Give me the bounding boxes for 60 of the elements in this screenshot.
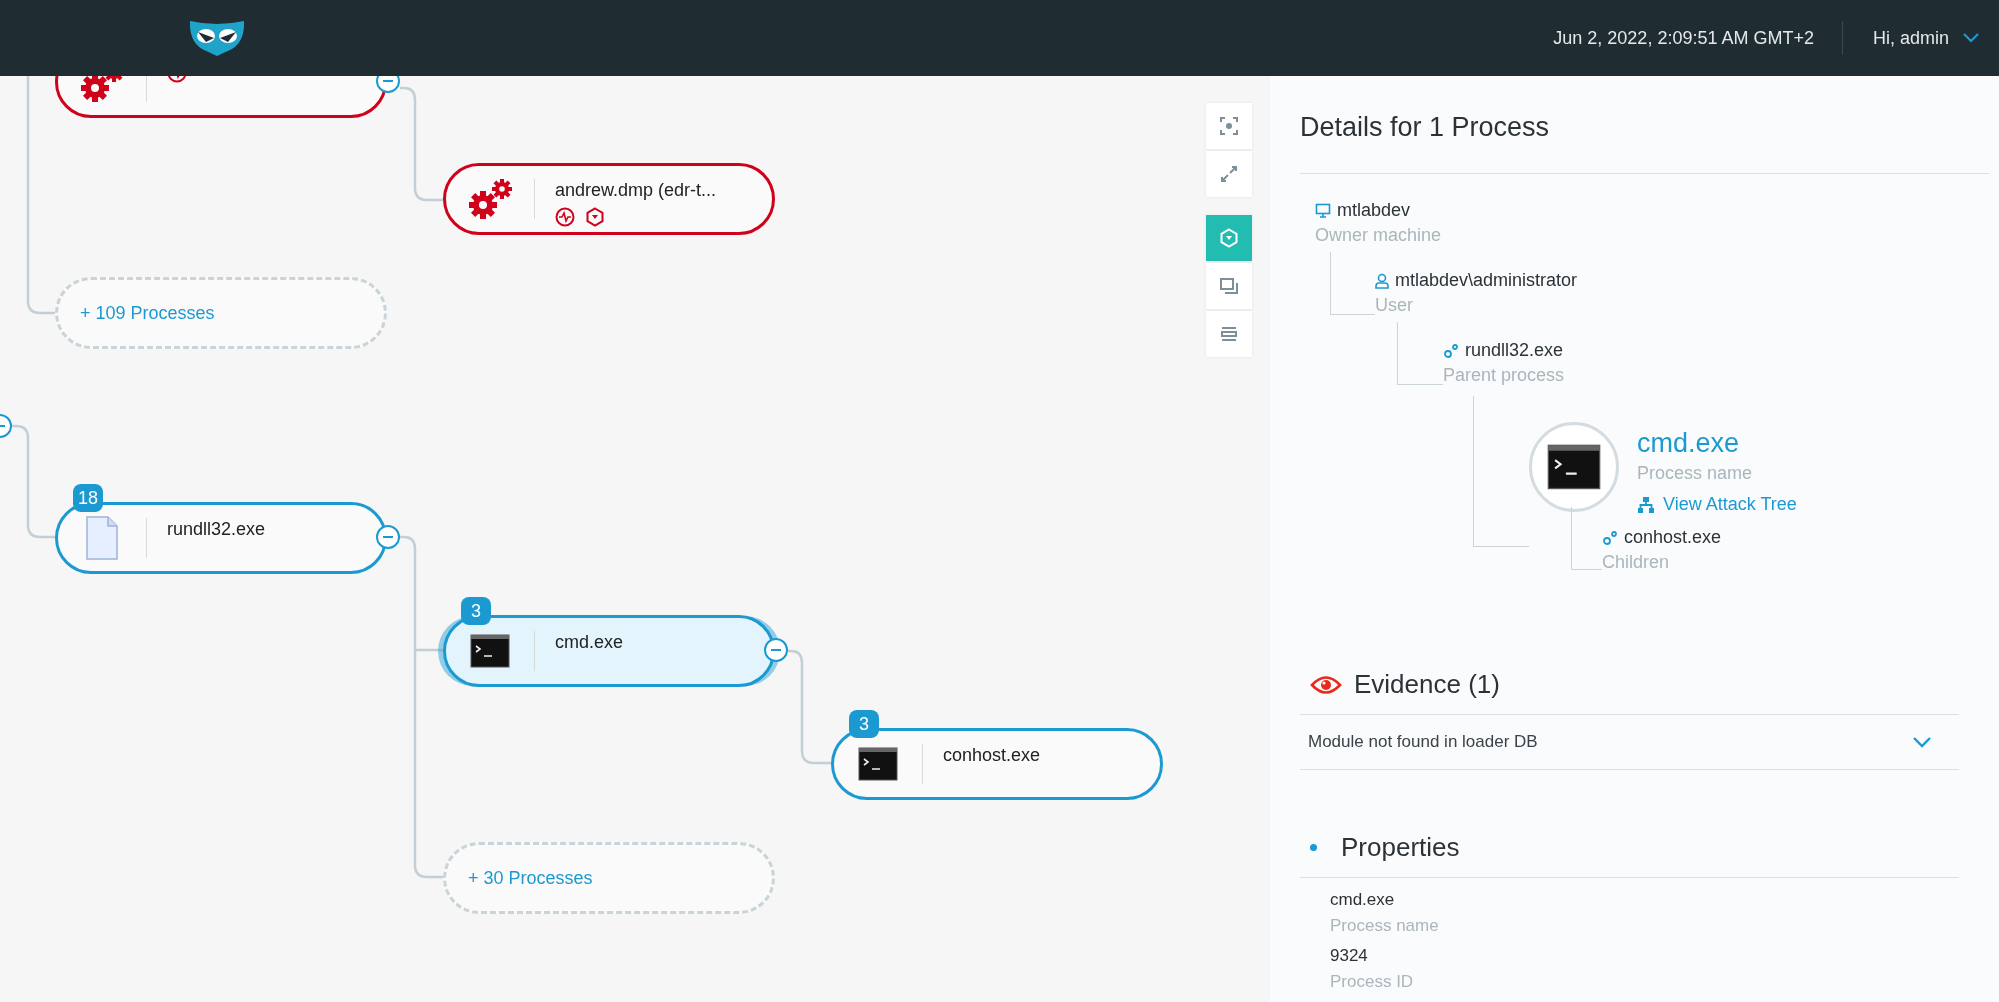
field-label: User <box>1375 295 1414 316</box>
property-value: 9324 <box>1330 946 1369 966</box>
property-value: cmd.exe <box>1330 890 1396 910</box>
toolbar-button[interactable] <box>1206 311 1252 357</box>
focus-icon <box>1219 116 1239 136</box>
hexagon-icon <box>1219 228 1239 248</box>
panel-title: Details for 1 Process <box>1300 76 1989 174</box>
field-value: rundll32.exe <box>1465 340 1564 361</box>
tree-connector <box>1330 252 1375 315</box>
date-time: Jun 2, 2022, 2:09:51 AM GMT+2 <box>1553 27 1814 49</box>
activity-icon <box>555 207 575 227</box>
field-label: Owner machine <box>1315 225 1443 246</box>
eye-icon <box>1310 673 1342 696</box>
property-label: Process name <box>1330 916 1440 936</box>
expand-icon <box>1219 164 1239 184</box>
toolbar-button[interactable] <box>1206 103 1252 149</box>
process-name: cmd.exe <box>555 632 624 653</box>
field-value: mtlabdev <box>1337 200 1411 221</box>
field-label: Parent process <box>1443 365 1566 386</box>
field-label: Children <box>1602 552 1671 573</box>
document-icon <box>84 515 120 561</box>
collapse-button[interactable] <box>764 638 788 662</box>
section-title: Evidence (1) <box>1354 669 1500 700</box>
gears-icon <box>466 177 514 221</box>
user-menu[interactable]: Hi, admin <box>1872 27 1979 49</box>
count-badge: 18 <box>73 484 103 512</box>
hierarchy-icon <box>1637 495 1655 514</box>
count-badge: 3 <box>849 710 879 738</box>
terminal-icon <box>858 747 898 781</box>
field-value: conhost.exe <box>1624 527 1722 548</box>
list-icon <box>1219 324 1239 344</box>
bullet-icon <box>1310 844 1317 851</box>
gears-icon <box>1443 342 1459 359</box>
evidence-text: Module not found in loader DB <box>1308 732 1538 752</box>
terminal-icon <box>470 634 510 668</box>
process-node[interactable]: andrew.dmp (edr-t... <box>443 163 775 235</box>
toolbar-button[interactable] <box>1206 263 1252 309</box>
collapse-button[interactable] <box>376 525 400 549</box>
collapse-button[interactable] <box>376 76 400 93</box>
field-value: mtlabdev\administrator <box>1395 270 1578 291</box>
tree-connector <box>1397 322 1443 385</box>
chevron-down-icon <box>1963 33 1979 43</box>
windows-icon <box>1219 276 1239 296</box>
process-name: rundll32.exe <box>167 519 266 540</box>
property-label: Process ID <box>1330 972 1415 992</box>
toolbar-button[interactable] <box>1206 215 1252 261</box>
gears-icon <box>1602 529 1618 546</box>
monitor-icon <box>1315 202 1331 219</box>
process-name: andrew.dmp (edr-t... <box>555 180 717 201</box>
owl-logo <box>188 19 246 57</box>
toolbar-button[interactable] <box>1206 151 1252 197</box>
user-icon <box>1375 272 1389 289</box>
evidence-row[interactable]: Module not found in loader DB <box>1300 715 1959 770</box>
field-label: Process name <box>1637 463 1754 484</box>
terminal-icon <box>1547 444 1601 490</box>
process-title: cmd.exe <box>1637 428 1741 459</box>
section-title: Properties <box>1341 832 1460 863</box>
process-name: conhost.exe <box>943 745 1041 766</box>
hexagon-icon <box>585 207 605 227</box>
count-badge: 3 <box>461 597 491 625</box>
